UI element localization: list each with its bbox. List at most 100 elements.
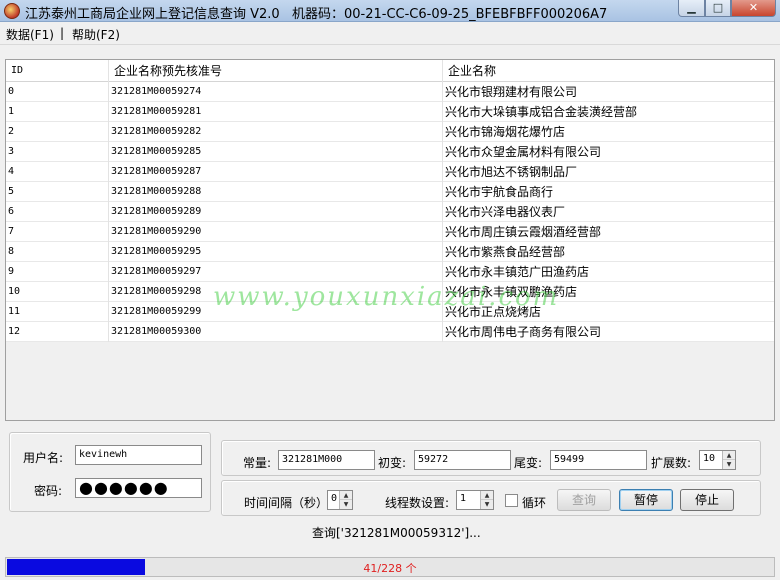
cell-code: 321281M00059285 (109, 142, 443, 162)
interval-value: 0 (331, 493, 338, 504)
cell-code: 321281M00059282 (109, 122, 443, 142)
stop-button[interactable]: 停止 (680, 489, 734, 511)
cell-id: 2 (6, 122, 109, 142)
minimize-icon: ▁ (687, 1, 696, 14)
cell-code: 321281M00059290 (109, 222, 443, 242)
header-name[interactable]: 企业名称 (443, 60, 774, 82)
username-input[interactable]: kevinewh (75, 445, 202, 465)
maximize-icon: □ (712, 1, 724, 14)
cell-id: 1 (6, 102, 109, 122)
threads-stepper[interactable]: 1 ▲ ▼ (456, 490, 494, 510)
table-row[interactable]: 3 321281M00059285 兴化市众望金属材料有限公司 (6, 142, 774, 162)
table-row[interactable]: 12 321281M00059300 兴化市周伟电子商务有限公司 (6, 322, 774, 342)
cell-id: 12 (6, 322, 109, 342)
expand-stepper[interactable]: 10 ▲ ▼ (699, 450, 736, 470)
progress-bar: 41/228 个 (5, 557, 775, 577)
table-header: ID 企业名称预先核准号 企业名称 (6, 60, 774, 82)
cell-id: 0 (6, 82, 109, 102)
machine-code: 机器码：00-21-CC-C6-09-25_BFEBFBFF000206A7 (292, 7, 608, 22)
cell-name: 兴化市紫燕食品经营部 (445, 245, 566, 259)
constant-input[interactable]: 321281M000 (278, 450, 375, 470)
cell-id: 9 (6, 262, 109, 282)
table-row[interactable]: 9 321281M00059297 兴化市永丰镇范广田渔药店 (6, 262, 774, 282)
cell-id: 7 (6, 222, 109, 242)
table-row[interactable]: 8 321281M00059295 兴化市紫燕食品经营部 (6, 242, 774, 262)
cell-name: 兴化市周庄镇云霞烟酒经营部 (445, 225, 602, 239)
cell-code: 321281M00059274 (109, 82, 443, 102)
threads-value: 1 (460, 493, 467, 504)
threads-spin-buttons: ▲ ▼ (480, 491, 493, 509)
start-input[interactable]: 59272 (414, 450, 511, 470)
header-code[interactable]: 企业名称预先核准号 (109, 60, 443, 82)
cell-name: 兴化市旭达不锈钢制品厂 (445, 165, 578, 179)
interval-stepper[interactable]: 0 ▲ ▼ (327, 490, 353, 510)
interval-label: 时间间隔（秒）: (244, 496, 333, 510)
cell-code: 321281M00059297 (109, 262, 443, 282)
title-bar: 江苏泰州工商局企业网上登记信息查询 V2.0 机器码：00-21-CC-C6-0… (0, 0, 780, 22)
password-input[interactable]: ●●●●●● (75, 478, 202, 498)
header-id[interactable]: ID (6, 60, 109, 82)
end-input[interactable]: 59499 (550, 450, 647, 470)
close-icon: ✕ (748, 1, 759, 14)
loop-checkbox[interactable] (505, 494, 518, 507)
minimize-button[interactable]: ▁ (678, 0, 705, 17)
cell-name: 兴化市永丰镇范广田渔药店 (445, 265, 590, 279)
menu-help[interactable]: 帮助(F2) (72, 26, 120, 43)
spin-up-icon[interactable]: ▲ (481, 491, 493, 500)
cell-code: 321281M00059288 (109, 182, 443, 202)
cell-name: 兴化市众望金属材料有限公司 (445, 145, 602, 159)
app-icon (4, 3, 20, 19)
pause-button[interactable]: 暂停 (619, 489, 673, 511)
table-row[interactable]: 6 321281M00059289 兴化市兴泽电器仪表厂 (6, 202, 774, 222)
table-row[interactable]: 4 321281M00059287 兴化市旭达不锈钢制品厂 (6, 162, 774, 182)
progress-text: 41/228 个 (363, 562, 417, 575)
table-row[interactable]: 1 321281M00059281 兴化市大垛镇事成铝合金装潢经营部 (6, 102, 774, 122)
results-table[interactable]: ID 企业名称预先核准号 企业名称 0 321281M00059274 兴化市银翔建… (5, 59, 775, 421)
menu-bar: 数据(F1) | 帮助(F2) (0, 23, 780, 45)
loop-label: 循环 (522, 496, 547, 510)
close-button[interactable]: ✕ (731, 0, 776, 17)
cell-id: 4 (6, 162, 109, 182)
cell-id: 11 (6, 302, 109, 322)
cell-name: 兴化市宇航食品商行 (445, 185, 554, 199)
cell-code: 321281M00059287 (109, 162, 443, 182)
cell-name: 兴化市兴泽电器仪表厂 (445, 205, 566, 219)
table-row[interactable]: 7 321281M00059290 兴化市周庄镇云霞烟酒经营部 (6, 222, 774, 242)
query-button[interactable]: 查询 (557, 489, 611, 511)
cell-id: 5 (6, 182, 109, 202)
cell-id: 8 (6, 242, 109, 262)
cell-name: 兴化市大垛镇事成铝合金装潢经营部 (445, 105, 638, 119)
end-label: 尾变: (514, 456, 543, 470)
window-title: 江苏泰州工商局企业网上登记信息查询 V2.0 (25, 7, 280, 22)
cell-id: 6 (6, 202, 109, 222)
status-text: 查询['321281M00059312']... (312, 526, 481, 540)
menu-data[interactable]: 数据(F1) (6, 26, 54, 43)
expand-label: 扩展数: (651, 456, 692, 470)
start-label: 初变: (378, 456, 407, 470)
control-panel: 时间间隔（秒）: 0 ▲ ▼ 线程数设置: 1 ▲ ▼ 循环 查询 暂停 停止 (221, 480, 761, 516)
spin-up-icon[interactable]: ▲ (723, 451, 735, 460)
spin-down-icon[interactable]: ▼ (340, 500, 352, 509)
interval-spin-buttons: ▲ ▼ (339, 491, 352, 509)
spin-up-icon[interactable]: ▲ (340, 491, 352, 500)
spin-down-icon[interactable]: ▼ (723, 460, 735, 469)
spin-down-icon[interactable]: ▼ (481, 500, 493, 509)
table-row[interactable]: 0 321281M00059274 兴化市银翔建材有限公司 (6, 82, 774, 102)
cell-code: 321281M00059281 (109, 102, 443, 122)
menu-separator: | (60, 26, 65, 40)
threads-label: 线程数设置: (385, 496, 450, 510)
maximize-button[interactable]: □ (705, 0, 731, 17)
cell-name: 兴化市周伟电子商务有限公司 (445, 325, 602, 339)
range-panel: 常量: 321281M000 初变: 59272 尾变: 59499 扩展数: … (221, 440, 761, 476)
cell-name: 兴化市银翔建材有限公司 (445, 85, 578, 99)
cell-code: 321281M00059295 (109, 242, 443, 262)
watermark: www.youxunxiazai.com (213, 282, 560, 312)
cell-name: 兴化市锦海烟花爆竹店 (445, 125, 566, 139)
expand-value: 10 (703, 453, 716, 464)
username-label: 用户名: (23, 451, 64, 465)
cell-id: 10 (6, 282, 109, 302)
table-row[interactable]: 2 321281M00059282 兴化市锦海烟花爆竹店 (6, 122, 774, 142)
constant-label: 常量: (243, 456, 272, 470)
login-panel: 用户名: kevinewh 密码: ●●●●●● (9, 432, 211, 512)
table-row[interactable]: 5 321281M00059288 兴化市宇航食品商行 (6, 182, 774, 202)
